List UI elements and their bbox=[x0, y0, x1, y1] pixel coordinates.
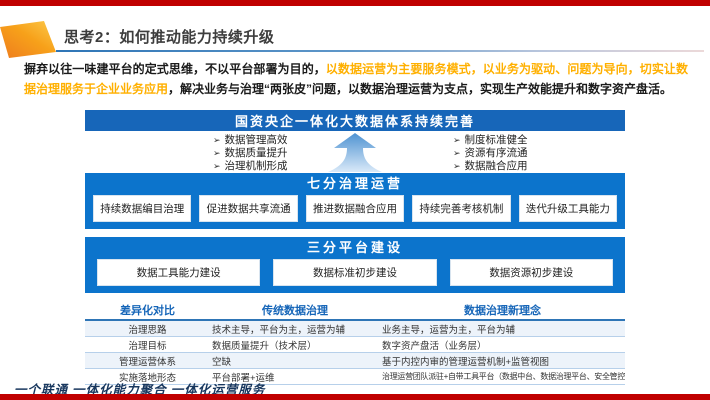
benefits-zone: ➢ 数据管理高效 ➢ 数据质量提升 ➢ 治理机制形成 ➢ 制度标准健全 ➢ 资源有序流通 … bbox=[85, 131, 625, 173]
bullet-arrow-icon: ➢ bbox=[213, 161, 221, 171]
bullet-item: ➢ 制度标准健全 bbox=[453, 134, 528, 147]
bullet-label: 数据质量提升 bbox=[225, 147, 288, 159]
intro-text-normal-1: 摒弃以往一味建平台的定式思维，不以平台部署为目的， bbox=[24, 62, 326, 76]
platform-item: 数据工具能力建设 bbox=[97, 259, 260, 286]
table-row: 治理思路 技术主导，平台为主，运营为辅 业务主导，运营为主，平台为辅 bbox=[85, 321, 625, 337]
vision-banner: 国资央企一体化大数据体系持续完善 bbox=[85, 110, 625, 131]
bullet-arrow-icon: ➢ bbox=[453, 135, 461, 145]
page-title: 思考2：如何推动能力持续升级 bbox=[64, 26, 274, 47]
platform-item: 数据资源初步建设 bbox=[450, 259, 613, 286]
title-row: 思考2：如何推动能力持续升级 bbox=[0, 14, 710, 52]
table-cell-traditional: 数据质量提升（技术层） bbox=[210, 338, 380, 352]
bullet-label: 数据融合应用 bbox=[465, 160, 528, 172]
table-cell-traditional: 空缺 bbox=[210, 354, 380, 368]
bottom-accent-bar bbox=[0, 394, 710, 400]
bullet-item: ➢ 数据管理高效 bbox=[213, 134, 288, 147]
table-cell-traditional: 技术主导，平台为主，运营为辅 bbox=[210, 322, 380, 336]
bullet-item: ➢ 数据融合应用 bbox=[453, 160, 528, 173]
table-cell-label: 治理目标 bbox=[85, 338, 210, 352]
comparison-table: 差异化对比 传统数据治理 数据治理新理念 治理思路 技术主导，平台为主，运营为辅… bbox=[85, 300, 625, 385]
platform-panel-title: 三分平台建设 bbox=[93, 240, 617, 256]
platform-item: 数据标准初步建设 bbox=[273, 259, 436, 286]
table-cell-new: 数字资产盘活（业务层） bbox=[380, 338, 625, 352]
benefit-bullets-right: ➢ 制度标准健全 ➢ 资源有序流通 ➢ 数据融合应用 bbox=[453, 134, 528, 173]
bullet-arrow-icon: ➢ bbox=[213, 135, 221, 145]
table-cell-new: 业务主导，运营为主，平台为辅 bbox=[380, 322, 625, 336]
table-header-row: 差异化对比 传统数据治理 数据治理新理念 bbox=[85, 300, 625, 321]
table-body: 治理思路 技术主导，平台为主，运营为辅 业务主导，运营为主，平台为辅 治理目标 … bbox=[85, 321, 625, 385]
governance-panel: 七分治理运营 持续数据编目治理 促进数据共享流通 推进数据融合应用 持续完善考核… bbox=[85, 173, 625, 229]
platform-panel: 三分平台建设 数据工具能力建设 数据标准初步建设 数据资源初步建设 bbox=[85, 237, 625, 293]
bullet-item: ➢ 数据质量提升 bbox=[213, 147, 288, 160]
table-header-cell: 数据治理新理念 bbox=[380, 302, 625, 318]
benefit-bullets-left: ➢ 数据管理高效 ➢ 数据质量提升 ➢ 治理机制形成 bbox=[213, 134, 288, 173]
bullet-label: 数据管理高效 bbox=[225, 134, 288, 146]
governance-item: 迭代升级工具能力 bbox=[519, 195, 617, 222]
bullet-item: ➢ 资源有序流通 bbox=[453, 147, 528, 160]
table-cell-label: 管理运营体系 bbox=[85, 354, 210, 368]
governance-item: 持续完善考核机制 bbox=[412, 195, 510, 222]
governance-item: 推进数据融合应用 bbox=[306, 195, 404, 222]
intro-text-normal-2: ，解决业务与治理“两张皮”问题，以数据治理运营为支点，实现生产效能提升和数字资产… bbox=[168, 82, 672, 96]
table-cell-label: 治理思路 bbox=[85, 322, 210, 336]
platform-panel-boxes: 数据工具能力建设 数据标准初步建设 数据资源初步建设 bbox=[93, 259, 617, 286]
table-header-cell: 传统数据治理 bbox=[210, 302, 380, 318]
bullet-arrow-icon: ➢ bbox=[213, 148, 221, 158]
governance-item: 促进数据共享流通 bbox=[199, 195, 297, 222]
table-cell-new: 治理运营团队派驻+自带工具平台（数据中台、数据治理平台、安全管控平台） bbox=[380, 371, 625, 382]
top-accent-bar bbox=[0, 0, 710, 6]
title-marker-icon bbox=[0, 18, 58, 58]
upgrade-arrow-icon bbox=[322, 132, 388, 173]
bullet-arrow-icon: ➢ bbox=[453, 148, 461, 158]
bullet-arrow-icon: ➢ bbox=[453, 161, 461, 171]
governance-panel-title: 七分治理运营 bbox=[93, 176, 617, 192]
bullet-label: 资源有序流通 bbox=[465, 147, 528, 159]
bullet-label: 治理机制形成 bbox=[225, 160, 288, 172]
title-underline bbox=[56, 50, 704, 52]
capability-diagram: 国资央企一体化大数据体系持续完善 ➢ 数据管理高效 ➢ 数据质量提升 ➢ 治理机制形成… bbox=[85, 110, 625, 385]
table-row: 管理运营体系 空缺 基于内控内审的管理运营机制+监管视图 bbox=[85, 353, 625, 369]
table-row: 治理目标 数据质量提升（技术层） 数字资产盘活（业务层） bbox=[85, 337, 625, 353]
slide: 思考2：如何推动能力持续升级 摒弃以往一味建平台的定式思维，不以平台部署为目的，… bbox=[0, 0, 710, 400]
governance-item: 持续数据编目治理 bbox=[93, 195, 191, 222]
table-header-cell: 差异化对比 bbox=[85, 302, 210, 318]
bullet-item: ➢ 治理机制形成 bbox=[213, 160, 288, 173]
bullet-label: 制度标准健全 bbox=[465, 134, 528, 146]
governance-panel-boxes: 持续数据编目治理 促进数据共享流通 推进数据融合应用 持续完善考核机制 迭代升级… bbox=[93, 195, 617, 222]
intro-paragraph: 摒弃以往一味建平台的定式思维，不以平台部署为目的，以数据运营为主要服务模式，以业… bbox=[24, 60, 688, 99]
table-cell-new: 基于内控内审的管理运营机制+监管视图 bbox=[380, 354, 625, 368]
